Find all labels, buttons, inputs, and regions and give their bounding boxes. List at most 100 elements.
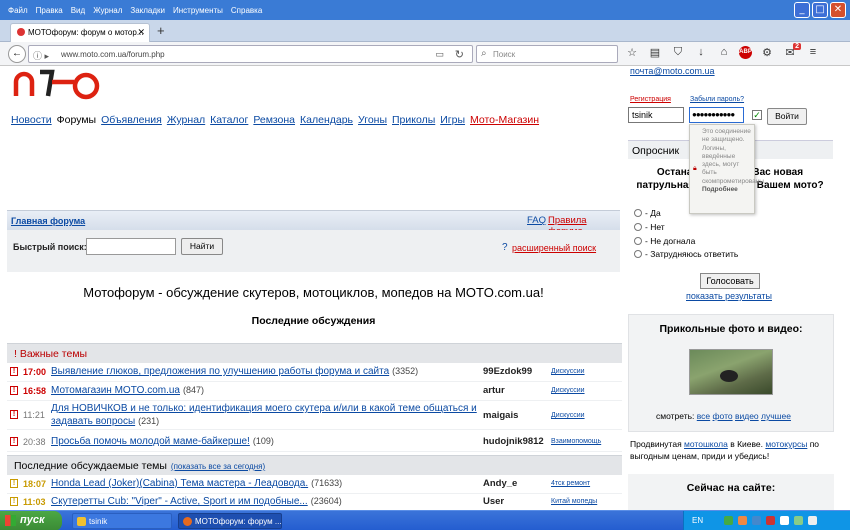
forum-home-link[interactable]: Главная форума	[11, 216, 85, 226]
faq-link[interactable]: FAQ	[527, 215, 546, 226]
site-logo[interactable]	[12, 68, 102, 100]
topic-link[interactable]: Для НОВИЧКОВ и не только: идентификация …	[51, 403, 477, 427]
close-window-button[interactable]: ✕	[830, 2, 846, 18]
nav-moto-shop[interactable]: Мото-Магазин	[470, 114, 539, 126]
close-tab-icon[interactable]: ✕	[137, 27, 145, 38]
topic-author[interactable]: maigais	[483, 410, 518, 421]
menu-edit[interactable]: Правка	[36, 6, 63, 15]
hamburger-menu-icon[interactable]: ≡	[805, 46, 821, 59]
radio-icon[interactable]	[634, 223, 642, 231]
poll-option[interactable]: - Не догнала	[634, 236, 695, 246]
topic-author[interactable]: 99Ezdok99	[483, 366, 532, 377]
topic-category[interactable]: Взаимопомощь	[551, 438, 601, 445]
menu-file[interactable]: Файл	[8, 6, 28, 15]
radio-icon[interactable]	[634, 250, 642, 258]
show-results-link[interactable]: показать результаты	[686, 291, 772, 301]
find-button[interactable]: Найти	[181, 238, 223, 255]
topic-category[interactable]: Дискуссии	[551, 387, 585, 394]
tray-app-icon[interactable]	[724, 516, 733, 525]
reader-view-icon[interactable]: ▭	[435, 49, 444, 60]
vote-button[interactable]: Голосовать	[700, 273, 760, 289]
radio-icon[interactable]	[634, 209, 642, 217]
topic-link[interactable]: Просьба помочь молодой маме-байкерше!	[51, 436, 250, 447]
taskbar-firefox-item[interactable]: МОТОфорум: форум ...	[178, 513, 282, 529]
tray-app-icon[interactable]	[766, 516, 775, 525]
menu-history[interactable]: Журнал	[93, 6, 122, 15]
topic-link[interactable]: Выявление глюков, предложения по улучшен…	[51, 366, 389, 377]
moto-courses-link[interactable]: мотокурсы	[765, 439, 807, 449]
menu-tools[interactable]: Инструменты	[173, 6, 223, 15]
advanced-search-link[interactable]: расширенный поиск	[512, 243, 596, 253]
tooltip-more-link[interactable]: Подробнее	[702, 186, 738, 193]
forgot-password-link[interactable]: Забыли пароль?	[690, 96, 744, 103]
moto-school-link[interactable]: мотошкола	[684, 439, 728, 449]
back-button[interactable]: ←	[8, 45, 26, 63]
info-icon[interactable]: ⓘ ▸	[33, 49, 49, 62]
register-link[interactable]: Регистрация	[630, 96, 671, 103]
home-icon[interactable]: ⌂	[716, 46, 732, 59]
fun-link-video[interactable]: видео	[735, 411, 759, 421]
topic-author[interactable]: artur	[483, 385, 505, 396]
nav-games[interactable]: Игры	[440, 114, 465, 126]
bookmark-star-icon[interactable]: ☆	[624, 46, 640, 59]
start-button[interactable]: пуск	[0, 511, 62, 530]
topic-category[interactable]: Китай мопеды	[551, 498, 597, 505]
topic-author[interactable]: hudojnik9812	[483, 436, 544, 447]
new-tab-button[interactable]: +	[157, 23, 165, 38]
nav-calendar[interactable]: Календарь	[300, 114, 353, 126]
maximize-button[interactable]: □	[812, 2, 828, 18]
poll-option[interactable]: - Затрудняюсь ответить	[634, 249, 738, 259]
password-input[interactable]: ●●●●●●●●●●●	[689, 107, 744, 123]
topic-author[interactable]: User	[483, 496, 504, 507]
topic-category[interactable]: 4тск ремонт	[551, 480, 590, 487]
taskbar-folder-item[interactable]: tsinik	[72, 513, 172, 529]
menu-help[interactable]: Справка	[231, 6, 262, 15]
quick-search-input[interactable]	[86, 238, 176, 255]
menu-view[interactable]: Вид	[71, 6, 85, 15]
tray-app-icon[interactable]	[780, 516, 789, 525]
topic-category[interactable]: Дискуссии	[551, 368, 585, 375]
bookmarks-list-icon[interactable]: ▤	[647, 46, 663, 59]
topic-link[interactable]: Мотомагазин MOTO.com.ua	[51, 385, 180, 396]
menu-bookmarks[interactable]: Закладки	[130, 6, 165, 15]
topic-link[interactable]: Скутеретты Cub: "Viper" - Active, Sport …	[51, 496, 308, 507]
minimize-button[interactable]: _	[794, 2, 810, 18]
fun-photo-thumbnail[interactable]	[689, 349, 773, 395]
tray-app-icon[interactable]	[752, 516, 761, 525]
topic-link[interactable]: Honda Lead (Joker)(Cabina) Тема мастера …	[51, 478, 308, 489]
nav-jokes[interactable]: Приколы	[392, 114, 435, 126]
radio-icon[interactable]	[634, 237, 642, 245]
tray-app-icon[interactable]	[738, 516, 747, 525]
reload-icon[interactable]: ↻	[455, 48, 464, 61]
tray-app-icon[interactable]	[794, 516, 803, 525]
help-question-icon[interactable]: ?	[502, 242, 508, 253]
remember-me-checkbox[interactable]: ✓	[752, 110, 762, 120]
nav-news[interactable]: Новости	[11, 114, 52, 126]
nav-forums[interactable]: Форумы	[57, 114, 96, 126]
fun-link-best[interactable]: лучшее	[761, 411, 791, 421]
extension-icon[interactable]: ⚙	[759, 46, 775, 59]
tab-moto-forum[interactable]: МОТОфорум: форум о мотор... ✕	[10, 23, 150, 42]
email-link[interactable]: почта@moto.com.ua	[630, 66, 715, 76]
nav-ads[interactable]: Объявления	[101, 114, 162, 126]
nav-repair[interactable]: Ремзона	[253, 114, 295, 126]
nav-thefts[interactable]: Угоны	[358, 114, 387, 126]
adblock-icon[interactable]: ABP	[739, 46, 752, 59]
volume-icon[interactable]	[808, 516, 817, 525]
show-all-today-link[interactable]: (показать все за сегодня)	[171, 462, 265, 471]
poll-option[interactable]: - Нет	[634, 222, 665, 232]
fun-link-photo[interactable]: фото	[713, 411, 733, 421]
login-button[interactable]: Войти	[767, 108, 807, 125]
notifications-icon[interactable]: ✉ 2	[782, 43, 801, 59]
search-bar[interactable]: ⌕ Поиск	[476, 45, 618, 63]
login-input[interactable]: tsinik	[628, 107, 684, 123]
language-indicator[interactable]: EN	[692, 516, 703, 525]
pocket-icon[interactable]: ⛉	[670, 46, 686, 59]
download-icon[interactable]: ↓	[693, 46, 709, 59]
topic-author[interactable]: Andy_e	[483, 478, 517, 489]
topic-category[interactable]: Дискуссии	[551, 412, 585, 419]
nav-journal[interactable]: Журнал	[167, 114, 205, 126]
nav-catalog[interactable]: Каталог	[210, 114, 248, 126]
url-bar[interactable]: ⓘ ▸ www.moto.com.ua/forum.php ▭ ↻	[28, 45, 473, 63]
poll-option[interactable]: - Да	[634, 208, 661, 218]
